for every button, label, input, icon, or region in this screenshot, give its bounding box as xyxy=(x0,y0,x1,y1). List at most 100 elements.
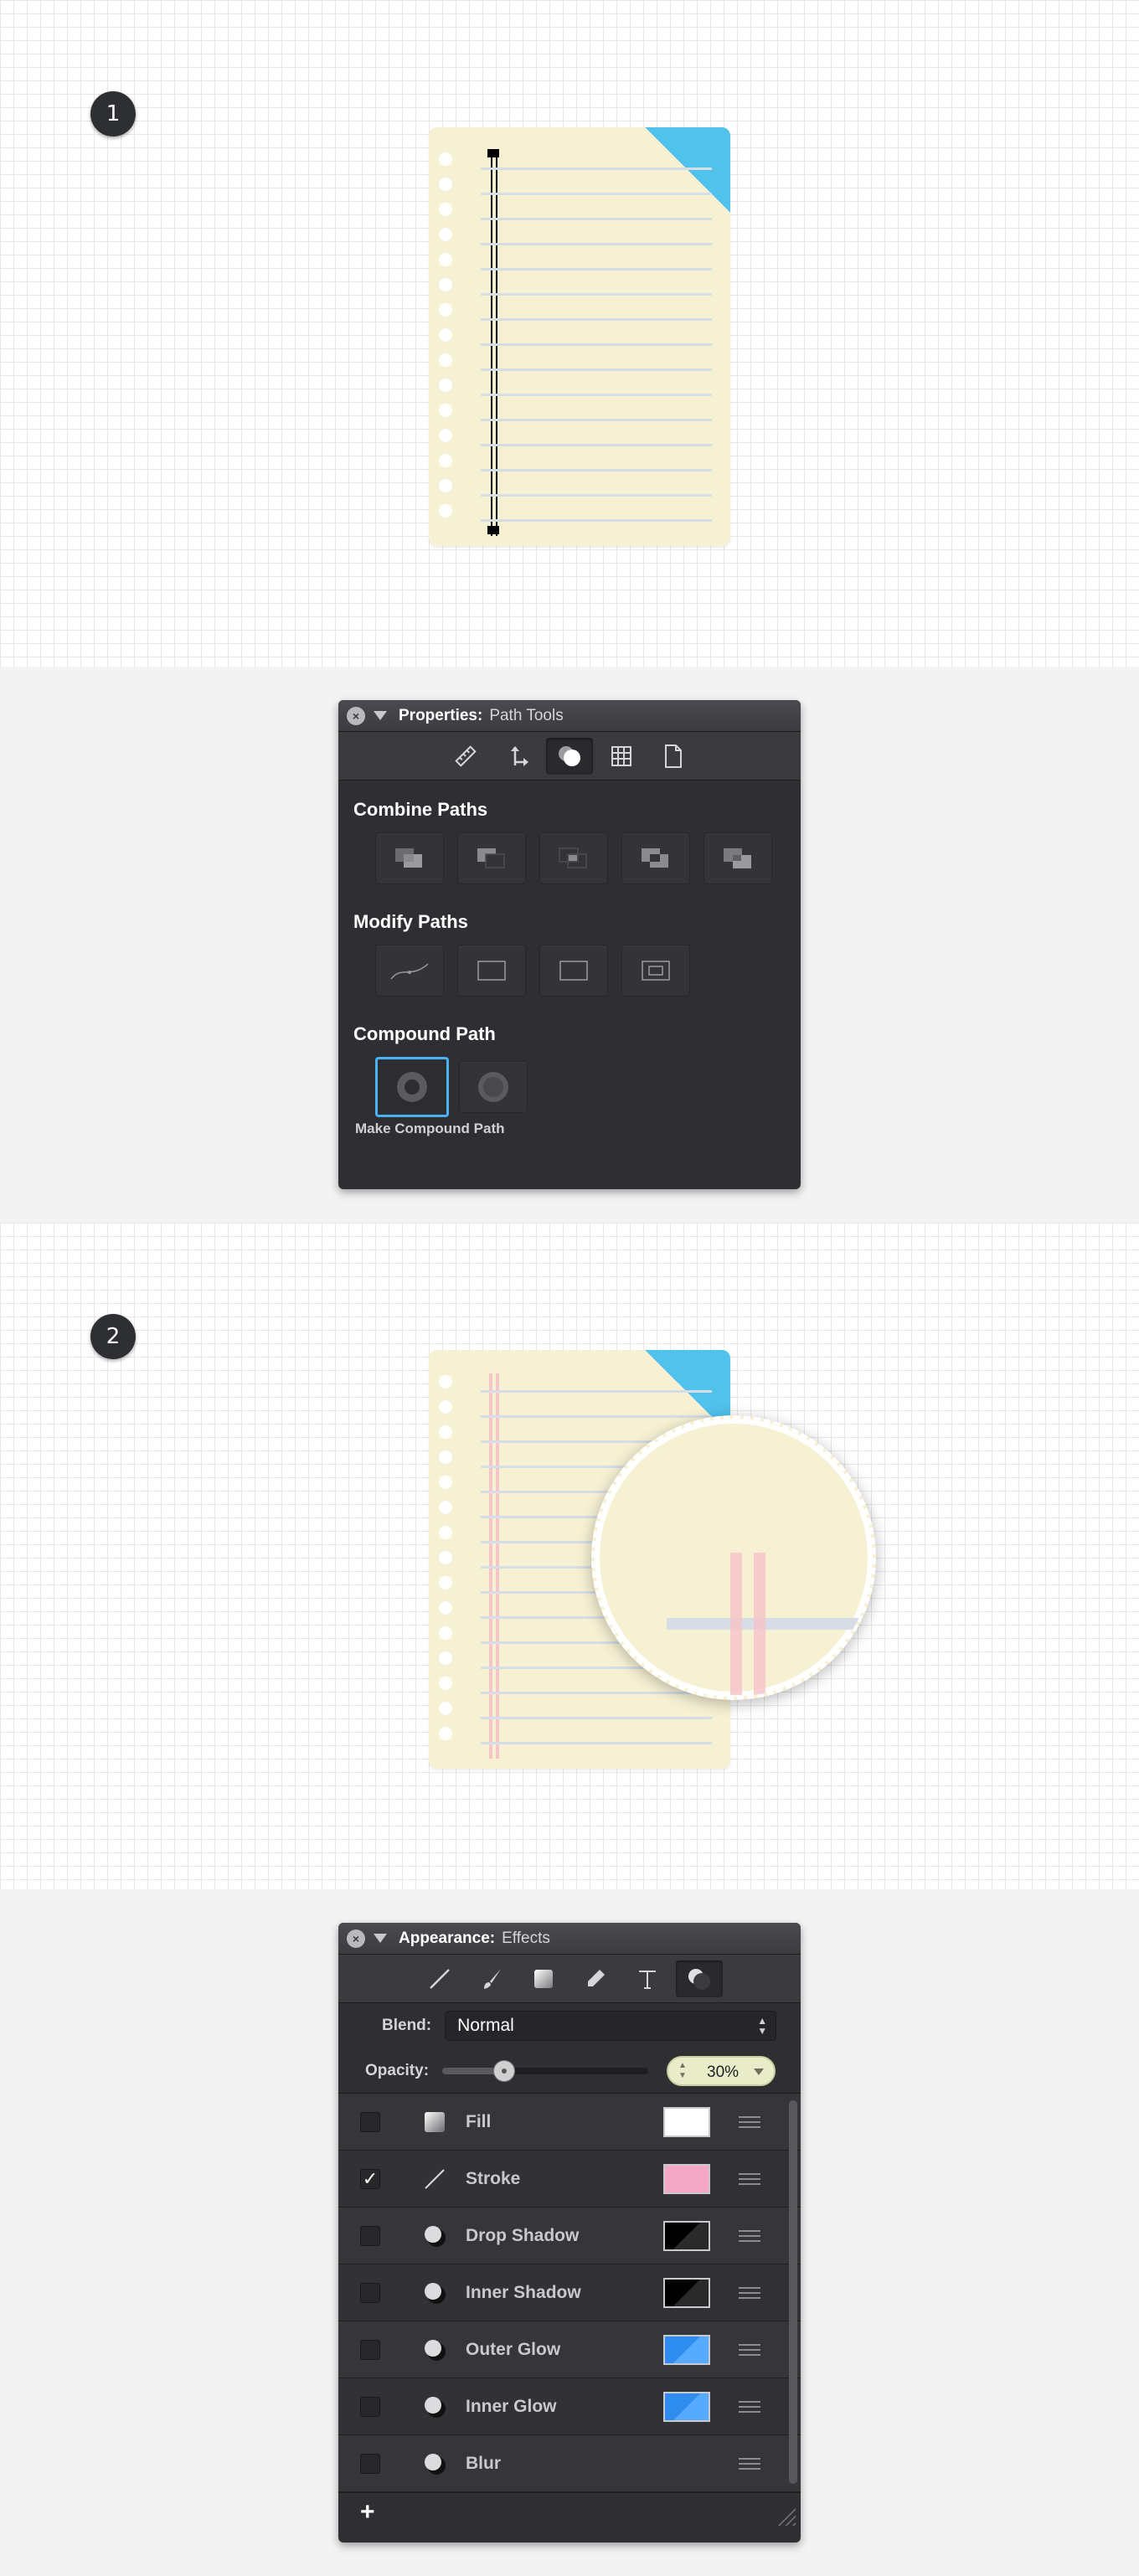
binder-hole xyxy=(439,278,452,291)
brush-icon[interactable] xyxy=(468,1960,515,1997)
ruled-line xyxy=(481,1742,712,1744)
effect-row-fill[interactable]: Fill xyxy=(338,2094,801,2151)
effect-color-swatch[interactable] xyxy=(663,2220,710,2251)
add-effect-button[interactable]: + xyxy=(360,2498,375,2527)
path-tools-icon[interactable] xyxy=(546,737,593,775)
rectangle-button[interactable] xyxy=(457,945,526,997)
effect-color-swatch[interactable] xyxy=(663,2277,710,2308)
union-button[interactable] xyxy=(375,832,444,884)
blur-icon xyxy=(420,2450,449,2478)
drag-handle-icon[interactable] xyxy=(739,2172,760,2185)
collapse-triangle-icon[interactable] xyxy=(374,711,387,720)
effect-row-blur[interactable]: Blur xyxy=(338,2435,801,2492)
page: { "step1": { "badge": "1" }, "properties… xyxy=(0,0,1139,2576)
grid-icon[interactable] xyxy=(598,738,645,775)
effect-checkbox[interactable] xyxy=(360,2111,380,2132)
binder-hole xyxy=(439,1651,452,1665)
combine-paths-heading: Combine Paths xyxy=(353,799,488,820)
make-compound-path-button[interactable] xyxy=(375,1057,449,1117)
binder-hole xyxy=(439,152,452,166)
smooth-path-icon xyxy=(390,963,429,980)
blend-mode-value: Normal xyxy=(457,2016,514,2035)
panel-subtitle: Effects xyxy=(502,1929,550,1947)
effect-checkbox[interactable] xyxy=(360,2339,380,2360)
ruled-line xyxy=(481,268,712,270)
effect-row-stroke[interactable]: ✓ Stroke xyxy=(338,2151,801,2208)
drag-handle-icon[interactable] xyxy=(739,2400,760,2413)
effects-icon[interactable] xyxy=(676,1960,723,1997)
panel-titlebar: × Appearance: Effects xyxy=(338,1923,801,1955)
modify-paths-buttons xyxy=(338,945,801,997)
ruled-line xyxy=(481,419,712,421)
effect-row-outer-glow[interactable]: Outer Glow xyxy=(338,2321,801,2378)
binder-hole xyxy=(439,178,452,191)
stepper-arrows-icon[interactable]: ▲ ▼ xyxy=(678,2061,687,2081)
path-anchor-top[interactable] xyxy=(487,149,499,157)
effect-checkbox[interactable] xyxy=(360,2282,380,2303)
effect-checkbox[interactable] xyxy=(360,2225,380,2246)
drag-handle-icon[interactable] xyxy=(739,2457,760,2470)
ruled-line xyxy=(481,1390,712,1393)
line-icon[interactable] xyxy=(416,1960,463,1997)
drag-handle-icon[interactable] xyxy=(739,2343,760,2356)
rectangle-button[interactable] xyxy=(539,945,608,997)
smooth-path-button[interactable] xyxy=(375,945,444,997)
select-arrows-icon: ▲ ▼ xyxy=(757,2015,768,2037)
binder-hole xyxy=(439,379,452,392)
modify-paths-heading: Modify Paths xyxy=(353,911,468,932)
effect-name: Stroke xyxy=(466,2168,521,2188)
intersect-button[interactable] xyxy=(539,832,608,884)
drag-handle-icon[interactable] xyxy=(739,2286,760,2299)
inset-rectangle-button[interactable] xyxy=(621,945,690,997)
subtract-button[interactable] xyxy=(457,832,526,884)
binder-hole xyxy=(439,504,452,518)
resize-grip-icon[interactable] xyxy=(777,2507,796,2526)
blend-mode-select[interactable]: Normal ▲ ▼ xyxy=(445,2011,777,2041)
path-anchor-bottom[interactable] xyxy=(487,526,499,534)
effects-scrollbar[interactable] xyxy=(789,2100,797,2484)
ruled-line xyxy=(481,193,712,195)
document-icon[interactable] xyxy=(650,738,697,775)
ruled-line xyxy=(481,243,712,245)
effect-name: Fill xyxy=(466,2111,492,2131)
effect-row-inner-glow[interactable]: Inner Glow xyxy=(338,2378,801,2435)
properties-panel: × Properties: Path Tools Combine Paths M… xyxy=(338,700,801,1189)
effect-name: Outer Glow xyxy=(466,2339,561,2359)
effect-checkbox[interactable] xyxy=(360,2453,380,2474)
blend-label: Blend: xyxy=(382,2017,432,2034)
binder-hole xyxy=(439,1727,452,1740)
binder-hole xyxy=(439,454,452,467)
shadow-icon xyxy=(420,2222,449,2250)
divide-button[interactable] xyxy=(704,832,772,884)
opacity-stepper[interactable]: ▲ ▼ 30% xyxy=(667,2055,776,2086)
effect-checkbox[interactable]: ✓ xyxy=(360,2168,380,2189)
drag-handle-icon[interactable] xyxy=(739,2115,760,2128)
collapse-triangle-icon[interactable] xyxy=(374,1934,387,1943)
effect-row-inner-shadow[interactable]: Inner Shadow xyxy=(338,2264,801,2321)
effect-color-swatch[interactable] xyxy=(663,2391,710,2422)
chevron-down-icon[interactable] xyxy=(754,2068,765,2075)
opacity-slider-knob[interactable] xyxy=(492,2059,515,2082)
effect-color-swatch[interactable] xyxy=(663,2163,710,2194)
ruler-icon[interactable] xyxy=(442,738,489,775)
text-icon[interactable] xyxy=(624,1960,671,1997)
inset-rectangle-icon xyxy=(642,961,670,981)
ruled-line xyxy=(481,519,712,522)
effect-color-swatch[interactable] xyxy=(663,2106,710,2137)
fill-icon[interactable] xyxy=(520,1960,567,1997)
effect-row-drop-shadow[interactable]: Drop Shadow xyxy=(338,2208,801,2264)
binder-hole xyxy=(439,203,452,216)
pen-icon[interactable] xyxy=(572,1960,619,1997)
transform-icon[interactable] xyxy=(494,738,541,775)
binder-hole xyxy=(439,479,452,492)
effect-color-swatch[interactable] xyxy=(663,2334,710,2365)
opacity-slider[interactable] xyxy=(442,2059,649,2082)
exclude-button[interactable] xyxy=(621,832,690,884)
make-compound-path-caption: Make Compound Path xyxy=(355,1121,505,1136)
close-icon[interactable]: × xyxy=(347,1929,365,1948)
drag-handle-icon[interactable] xyxy=(739,2229,760,2242)
close-icon[interactable]: × xyxy=(347,706,365,725)
ruled-line xyxy=(481,343,712,346)
effect-checkbox[interactable] xyxy=(360,2396,380,2417)
release-compound-path-button[interactable] xyxy=(459,1061,528,1113)
